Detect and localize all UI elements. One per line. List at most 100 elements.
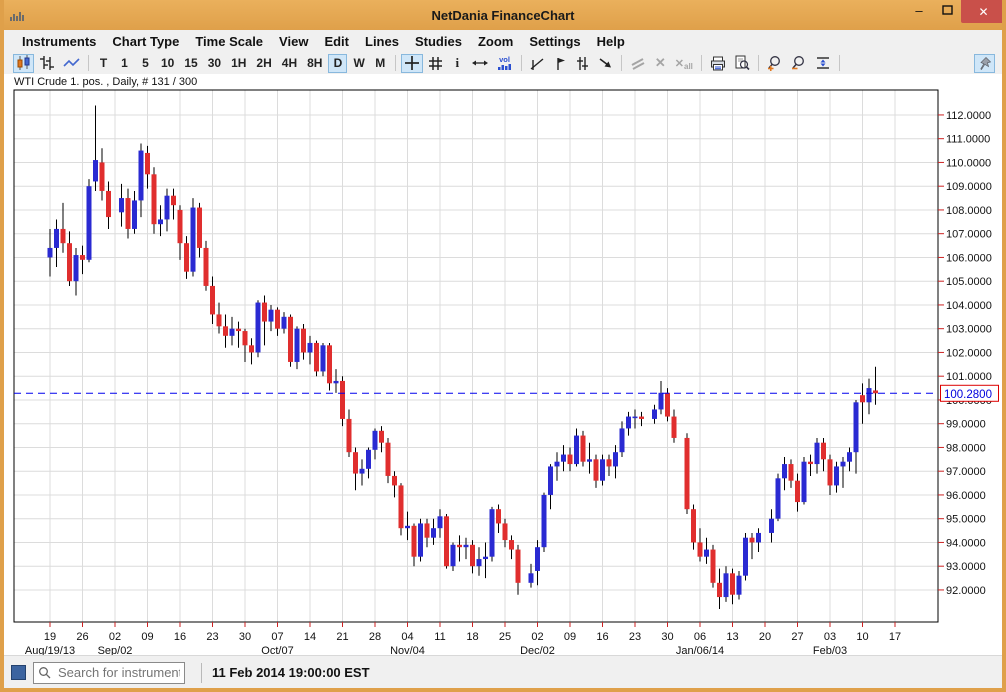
x-axis[interactable]: 1926020916233007142128041118250209162330… [25,622,901,655]
candle-body [48,248,53,258]
crosshair-button[interactable] [401,54,423,73]
crosshair-icon [404,55,420,71]
delete-all-button[interactable]: ✕all [672,54,696,73]
grid-icon [428,56,443,71]
line-chart-icon [63,56,80,70]
candlestick-chart-button[interactable] [13,54,34,73]
candle-body [139,151,144,201]
menu-item-lines[interactable]: Lines [357,34,407,49]
timescale-30min-button[interactable]: 30 [204,54,225,73]
window-title: NetDania FinanceChart [0,8,1006,23]
candle-body [613,452,618,466]
timescale-5min-button[interactable]: 5 [136,54,155,73]
menu-item-help[interactable]: Help [589,34,633,49]
line-chart-button[interactable] [60,54,83,73]
y-axis-label: 102.0000 [946,347,992,359]
candle-body [386,443,391,476]
print-preview-button[interactable] [731,54,753,73]
maximize-button[interactable] [933,0,961,20]
toolbar-separator [88,55,89,71]
horizontal-expand-button[interactable] [469,54,491,73]
y-axis-label: 101.0000 [946,371,992,383]
price-chart[interactable]: 92.000093.000094.000095.000096.000097.00… [4,74,1002,655]
app-window: NetDania FinanceChart – ✕ InstrumentsCha… [0,0,1006,692]
candle-body [327,345,332,383]
candle-body [548,466,553,495]
timescale-15min-button[interactable]: 15 [180,54,201,73]
timescale-10min-button[interactable]: 10 [157,54,178,73]
timescale-1hour-button[interactable]: 1H [227,54,250,73]
x-axis-month-label: Nov/04 [390,645,425,655]
parallel-lines-button[interactable] [572,54,593,73]
minimize-button[interactable]: – [905,0,933,20]
candle-body [132,200,137,229]
search-input[interactable] [33,662,185,684]
zoom-in-icon [767,55,783,71]
delete-button[interactable]: ✕ [651,54,670,73]
info-button[interactable]: i [448,54,467,73]
x-axis-week-label: 02 [109,631,121,643]
arrow-line-icon [598,56,613,71]
timescale-daily-button[interactable]: D [328,54,347,73]
candle-body [672,417,677,438]
timescale-4hour-button[interactable]: 4H [278,54,301,73]
candle-body [789,464,794,481]
x-axis-week-label: 17 [889,631,901,643]
y-axis[interactable]: 92.000093.000094.000095.000096.000097.00… [938,110,992,597]
pin-toolbar-button[interactable] [974,54,995,73]
arrow-line-button[interactable] [595,54,616,73]
y-axis-label: 97.0000 [946,466,986,478]
timescale-weekly-button[interactable]: W [349,54,368,73]
y-axis-label: 96.0000 [946,490,986,502]
candle-body [496,509,501,523]
candle-body [340,381,345,419]
x-axis-week-label: 21 [336,631,348,643]
timescale-tick-button[interactable]: T [94,54,113,73]
fit-vertical-scale-button[interactable] [812,54,834,73]
menu-item-edit[interactable]: Edit [316,34,357,49]
x-axis-week-label: 19 [44,631,56,643]
timescale-8hour-button[interactable]: 8H [303,54,326,73]
candle-body [594,459,599,480]
print-button[interactable] [707,54,729,73]
candle-body [444,516,449,566]
y-axis-label: 95.0000 [946,514,986,526]
menu-item-settings[interactable]: Settings [521,34,588,49]
candle-body [652,409,657,419]
timescale-1min-button[interactable]: 1 [115,54,134,73]
y-axis-label: 110.0000 [946,157,991,169]
candle-body [620,428,625,452]
candle-body [373,431,378,450]
x-axis-week-label: 28 [369,631,381,643]
y-axis-label: 93.0000 [946,561,986,573]
menu-item-studies[interactable]: Studies [407,34,470,49]
grid-button[interactable] [425,54,446,73]
menu-item-view[interactable]: View [271,34,316,49]
vertical-line-button[interactable] [550,54,570,73]
zoom-out-button[interactable] [788,54,810,73]
zoom-in-button[interactable] [764,54,786,73]
candle-body [119,198,124,212]
volume-button[interactable]: vol [493,54,516,73]
candle-body [639,417,644,419]
timescale-monthly-button[interactable]: M [371,54,390,73]
ohlc-chart-button[interactable] [36,54,58,73]
candles [48,105,879,609]
trend-line-button[interactable] [527,54,548,73]
remove-line-button[interactable] [627,54,649,73]
menu-item-time-scale[interactable]: Time Scale [187,34,271,49]
candle-body [93,160,98,181]
status-timestamp: 11 Feb 2014 19:00:00 EST [212,665,370,680]
chart-panel: WTI Crude 1. pos. , Daily, # 131 / 300 9… [4,74,1002,655]
candle-body [152,174,157,224]
menu-item-zoom[interactable]: Zoom [470,34,521,49]
toolbar-separator [701,55,702,71]
candle-body [737,576,742,595]
candle-body [867,388,872,402]
close-button[interactable]: ✕ [961,0,1006,23]
menu-item-instruments[interactable]: Instruments [14,34,104,49]
timescale-2hour-button[interactable]: 2H [252,54,275,73]
candle-body [633,417,638,419]
menu-item-chart-type[interactable]: Chart Type [104,34,187,49]
y-axis-label: 107.0000 [946,229,992,241]
